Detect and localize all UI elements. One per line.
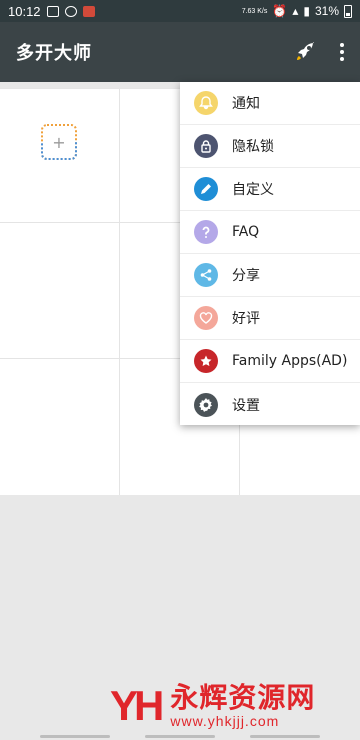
menu-item-label: 通知 (232, 96, 260, 112)
menu-item-label: 分享 (232, 268, 260, 284)
menu-item-label: 自定义 (232, 182, 274, 198)
battery-percent: 31% (314, 4, 339, 18)
menu-item-faq[interactable]: FAQ (180, 211, 360, 254)
menu-item-share[interactable]: 分享 (180, 254, 360, 297)
more-dot (340, 50, 344, 54)
lock-icon (194, 134, 218, 158)
wifi-icon: ▴ (292, 4, 299, 18)
menu-item-label: 设置 (232, 397, 260, 414)
menu-item-label: Family Apps(AD) (232, 353, 348, 369)
menu-item-settings[interactable]: 设置 (180, 383, 360, 426)
more-options-button[interactable] (334, 40, 350, 64)
bell-icon (194, 91, 218, 115)
rocket-icon (297, 42, 314, 60)
signal-icon: ▮ (303, 4, 310, 18)
more-dot (340, 57, 344, 61)
menu-item-label: 隐私锁 (232, 139, 274, 155)
plus-icon: + (52, 132, 66, 152)
pencil-icon (194, 177, 218, 201)
watermark-text: 永辉资源网 www.yhkjjj.com (170, 681, 316, 730)
status-right: 7.63 K/s ⏰ ▴ ▮ 31% (242, 4, 352, 18)
app-title: 多开大师 (16, 43, 92, 64)
app-notification-icon (64, 5, 77, 17)
status-left: 10:12 (8, 4, 95, 19)
alarm-icon: ⏰ (272, 4, 288, 18)
battery-icon (344, 4, 352, 18)
question-icon (194, 220, 218, 244)
menu-item-rate[interactable]: 好评 (180, 297, 360, 340)
watermark-name: 永辉资源网 (170, 681, 316, 714)
status-bar: 10:12 7.63 K/s ⏰ ▴ ▮ 31% (0, 0, 360, 22)
rocket-button[interactable] (294, 40, 318, 64)
status-time: 10:12 (8, 3, 41, 19)
nav-hint (40, 735, 110, 738)
menu-item-notification[interactable]: 通知 (180, 82, 360, 125)
menu-item-label: FAQ (232, 224, 260, 240)
menu-item-label: 好评 (232, 311, 260, 327)
red-app-icon (82, 5, 95, 17)
more-dot (340, 43, 344, 47)
grid-divider (119, 89, 120, 495)
menu-item-customize[interactable]: 自定义 (180, 168, 360, 211)
overflow-menu: 通知 隐私锁 自定义 FAQ 分享 好评 Family Apps(AD) 设置 (180, 82, 360, 425)
watermark-logo: YH (110, 682, 164, 729)
menu-item-family-apps[interactable]: Family Apps(AD) (180, 340, 360, 383)
star-icon (194, 349, 218, 373)
nav-hint (250, 735, 320, 738)
gear-icon (194, 392, 218, 417)
nav-hint (145, 735, 215, 738)
app-bar: 多开大师 (0, 22, 360, 82)
heart-icon (194, 306, 218, 330)
add-app-button[interactable]: + (41, 124, 77, 160)
share-icon (194, 263, 218, 287)
menu-item-privacy-lock[interactable]: 隐私锁 (180, 125, 360, 168)
net-speed: 7.63 K/s (241, 7, 268, 15)
watermark-url: www.yhkjjj.com (170, 713, 280, 729)
gallery-icon (46, 5, 59, 17)
watermark: YH 永辉资源网 www.yhkjjj.com (110, 680, 340, 732)
